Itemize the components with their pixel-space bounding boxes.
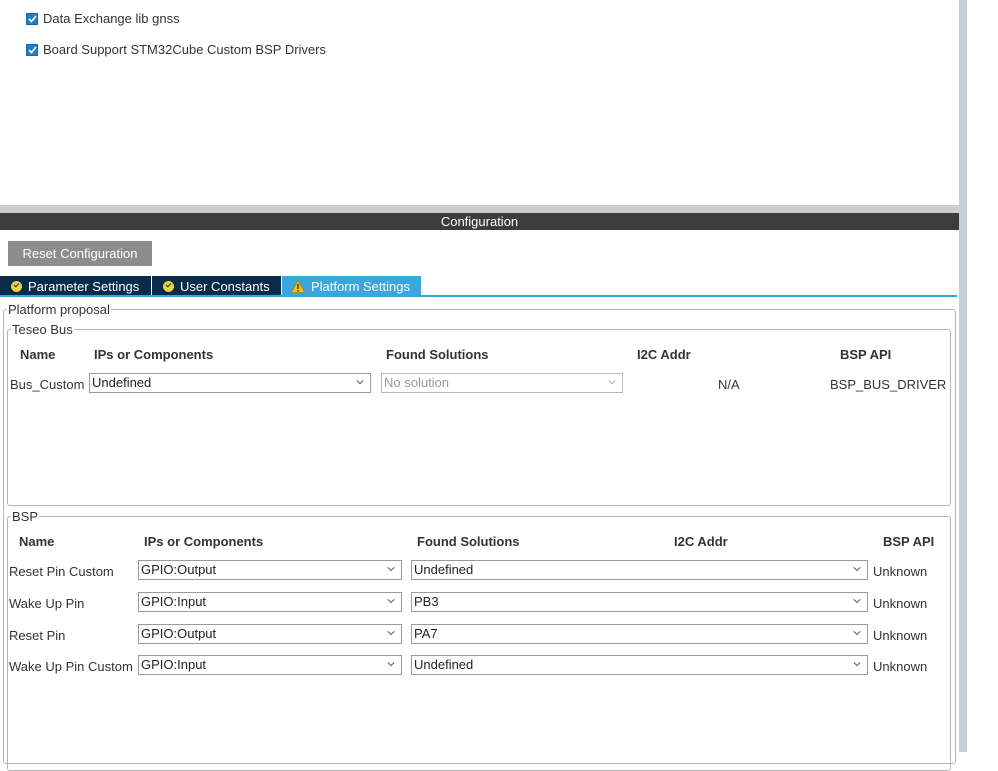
found-solutions-select[interactable]: No solution bbox=[381, 373, 623, 393]
chevron-down-icon bbox=[853, 662, 861, 667]
chevron-down-icon bbox=[356, 380, 364, 385]
row-name: Wake Up Pin bbox=[9, 596, 85, 611]
tab-label: Platform Settings bbox=[311, 278, 410, 294]
bsp-api-value: Unknown bbox=[873, 659, 928, 674]
warning-icon bbox=[291, 279, 305, 293]
tab-label: User Constants bbox=[180, 278, 270, 294]
column-header-found: Found Solutions bbox=[386, 347, 489, 362]
component-label: Board Support STM32Cube Custom BSP Drive… bbox=[43, 42, 326, 57]
found-solutions-select[interactable]: Undefined bbox=[411, 655, 868, 675]
group-legend: BSP bbox=[12, 509, 39, 524]
tab-platform-settings[interactable]: Platform Settings bbox=[282, 276, 421, 296]
pane-splitter[interactable] bbox=[0, 205, 959, 213]
component-row-bsp[interactable]: Board Support STM32Cube Custom BSP Drive… bbox=[26, 42, 326, 57]
chevron-down-icon bbox=[387, 599, 395, 604]
chevron-down-icon bbox=[853, 631, 861, 636]
ips-select[interactable]: Undefined bbox=[89, 373, 371, 393]
ok-icon bbox=[163, 280, 174, 292]
tab-underline bbox=[0, 295, 957, 297]
select-value: Undefined bbox=[92, 375, 152, 390]
select-value: GPIO:Input bbox=[141, 657, 207, 672]
row-name: Reset Pin Custom bbox=[9, 564, 114, 579]
select-value: Undefined bbox=[414, 657, 474, 672]
group-legend: Platform proposal bbox=[8, 302, 110, 317]
reset-configuration-button[interactable]: Reset Configuration bbox=[8, 241, 152, 266]
column-header-api: BSP API bbox=[840, 347, 892, 362]
column-header-i2c: I2C Addr bbox=[674, 534, 728, 549]
chevron-down-icon bbox=[853, 599, 861, 604]
component-row-gnss[interactable]: Data Exchange lib gnss bbox=[26, 11, 180, 26]
select-value: GPIO:Input bbox=[141, 594, 207, 609]
i2c-addr-value: N/A bbox=[718, 377, 740, 392]
component-label: Data Exchange lib gnss bbox=[43, 11, 180, 26]
column-header-ips: IPs or Components bbox=[144, 534, 264, 549]
found-solutions-select[interactable]: PA7 bbox=[411, 624, 868, 644]
ips-select[interactable]: GPIO:Output bbox=[138, 560, 402, 580]
ok-icon bbox=[11, 280, 22, 292]
chevron-down-icon bbox=[608, 380, 616, 385]
column-header-found: Found Solutions bbox=[417, 534, 520, 549]
bsp-api-value: BSP_BUS_DRIVER bbox=[830, 377, 947, 392]
ips-select[interactable]: GPIO:Input bbox=[138, 655, 402, 675]
select-value: GPIO:Output bbox=[141, 562, 217, 577]
ips-select[interactable]: GPIO:Input bbox=[138, 592, 402, 612]
select-value: PA7 bbox=[414, 626, 438, 641]
tab-parameter-settings[interactable]: Parameter Settings bbox=[0, 276, 151, 296]
tab-label: Parameter Settings bbox=[28, 278, 140, 294]
select-value: GPIO:Output bbox=[141, 626, 217, 641]
row-name: Bus_Custom bbox=[10, 377, 85, 392]
vertical-scrollbar[interactable] bbox=[959, 0, 967, 752]
found-solutions-select[interactable]: PB3 bbox=[411, 592, 868, 612]
chevron-down-icon bbox=[387, 662, 395, 667]
chevron-down-icon bbox=[387, 567, 395, 572]
bsp-api-value: Unknown bbox=[873, 564, 928, 579]
ips-select[interactable]: GPIO:Output bbox=[138, 624, 402, 644]
select-value: Undefined bbox=[414, 562, 474, 577]
bsp-api-value: Unknown bbox=[873, 628, 928, 643]
tab-user-constants[interactable]: User Constants bbox=[152, 276, 281, 296]
checkbox-checked-icon[interactable] bbox=[26, 43, 38, 56]
column-header-api: BSP API bbox=[883, 534, 935, 549]
checkbox-checked-icon[interactable] bbox=[26, 12, 38, 25]
column-header-i2c: I2C Addr bbox=[637, 347, 691, 362]
row-name: Wake Up Pin Custom bbox=[9, 659, 133, 674]
found-solutions-select[interactable]: Undefined bbox=[411, 560, 868, 580]
chevron-down-icon bbox=[387, 631, 395, 636]
bsp-api-value: Unknown bbox=[873, 596, 928, 611]
select-value: No solution bbox=[384, 375, 450, 390]
chevron-down-icon bbox=[853, 567, 861, 572]
column-header-name: Name bbox=[20, 347, 56, 362]
configuration-header: Configuration bbox=[0, 213, 959, 230]
column-header-ips: IPs or Components bbox=[94, 347, 214, 362]
column-header-name: Name bbox=[19, 534, 55, 549]
group-legend: Teseo Bus bbox=[12, 322, 73, 337]
select-value: PB3 bbox=[414, 594, 439, 609]
row-name: Reset Pin bbox=[9, 628, 66, 643]
config-tabs: Parameter Settings User Constants Platfo… bbox=[0, 276, 422, 296]
